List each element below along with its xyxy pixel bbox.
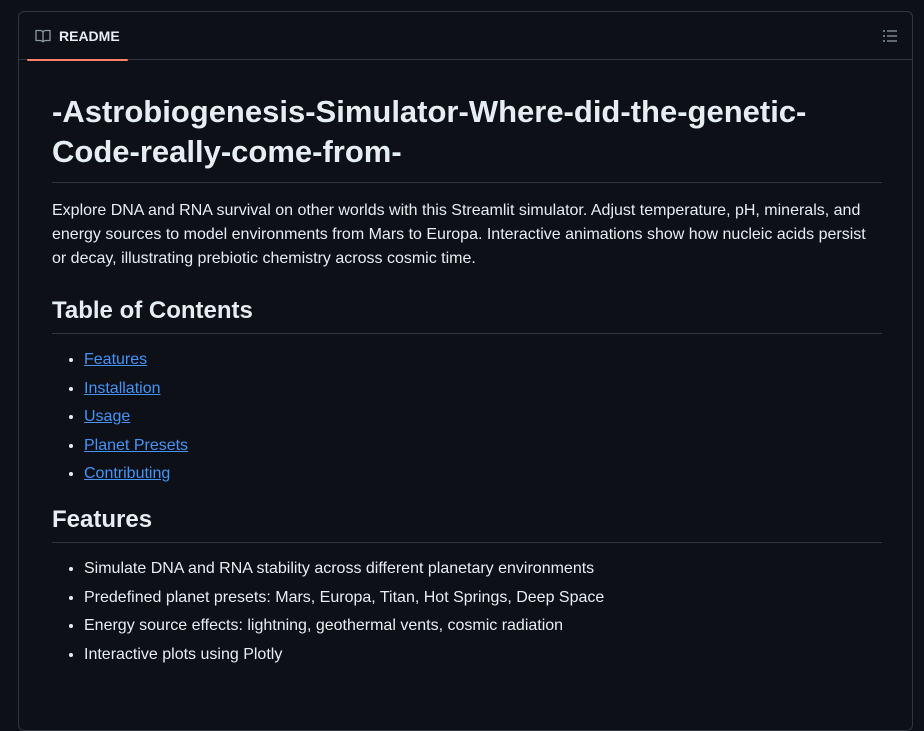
readme-content: -Astrobiogenesis-Simulator-Where-did-the… — [52, 92, 882, 671]
features-list: Simulate DNA and RNA stability across di… — [52, 557, 882, 667]
list-item: Interactive plots using Plotly — [84, 643, 882, 667]
outline-button[interactable] — [878, 24, 902, 48]
toc-link-features[interactable]: Features — [84, 351, 147, 368]
readme-tab[interactable]: README — [27, 12, 128, 61]
toc-link-installation[interactable]: Installation — [84, 380, 161, 397]
readme-tab-label: README — [59, 28, 120, 44]
page-title: -Astrobiogenesis-Simulator-Where-did-the… — [52, 92, 882, 183]
readme-panel: README -Astrobiogenesis-Simulator-Where-… — [18, 11, 913, 731]
list-unordered-icon — [882, 28, 898, 44]
list-item: Simulate DNA and RNA stability across di… — [84, 557, 882, 581]
list-item: Installation — [84, 377, 882, 401]
toc-link-usage[interactable]: Usage — [84, 408, 130, 425]
readme-header: README — [19, 12, 912, 61]
list-item: Features — [84, 348, 882, 372]
book-icon — [35, 28, 51, 44]
list-item: Contributing — [84, 462, 882, 486]
features-heading: Features — [52, 504, 882, 543]
toc-list: Features Installation Usage Planet Prese… — [52, 348, 882, 486]
list-item: Energy source effects: lightning, geothe… — [84, 614, 882, 638]
toc-heading: Table of Contents — [52, 295, 882, 334]
toc-link-planet-presets[interactable]: Planet Presets — [84, 437, 188, 454]
intro-paragraph: Explore DNA and RNA survival on other wo… — [52, 202, 866, 267]
list-item: Predefined planet presets: Mars, Europa,… — [84, 586, 882, 610]
list-item: Planet Presets — [84, 434, 882, 458]
toc-link-contributing[interactable]: Contributing — [84, 465, 170, 482]
list-item: Usage — [84, 405, 882, 429]
